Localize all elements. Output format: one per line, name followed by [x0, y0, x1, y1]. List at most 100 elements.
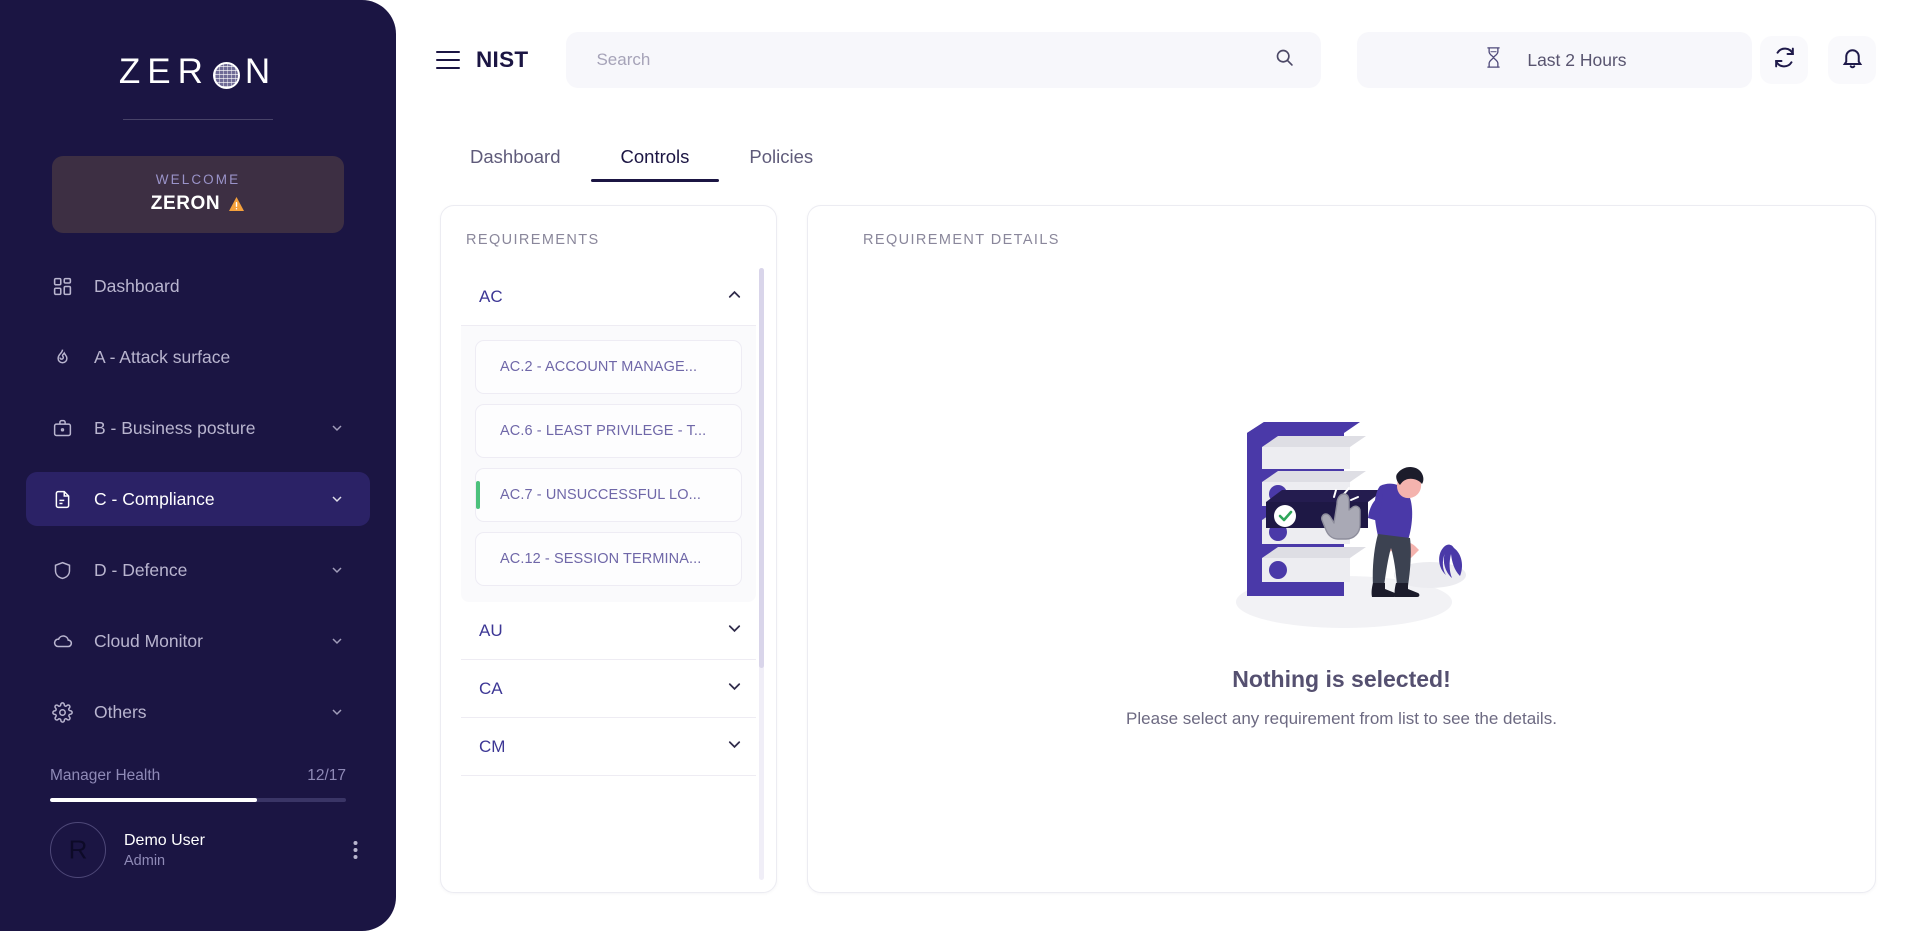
- gear-icon: [51, 701, 74, 724]
- requirements-caption: REQUIREMENTS: [466, 232, 600, 248]
- manager-health-value: 12/17: [307, 767, 346, 784]
- tab-dashboard[interactable]: Dashboard: [440, 146, 591, 182]
- tab-bar: Dashboard Controls Policies: [396, 120, 1920, 182]
- list-item[interactable]: AC.7 - UNSUCCESSFUL LO...: [475, 468, 742, 522]
- list-item[interactable]: AC.6 - LEAST PRIVILEGE - T...: [475, 404, 742, 458]
- requirement-details-panel: REQUIREMENT DETAILS Nothing is selected!…: [807, 205, 1876, 893]
- sidebar-item-others[interactable]: Others: [26, 685, 370, 739]
- tab-policies[interactable]: Policies: [719, 146, 843, 182]
- requirement-group-header[interactable]: CM: [461, 718, 756, 776]
- status-indicator: [476, 481, 480, 509]
- manager-health: Manager Health 12/17: [0, 767, 396, 802]
- avatar: R: [50, 822, 106, 878]
- sidebar-item-label: D - Defence: [94, 559, 188, 580]
- requirement-label: AC.7 - UNSUCCESSFUL LO...: [500, 487, 701, 503]
- page-title: NIST: [476, 47, 529, 72]
- search-input[interactable]: [596, 50, 1275, 70]
- chevron-down-icon: [329, 562, 345, 578]
- list-item[interactable]: AC.12 - SESSION TERMINA...: [475, 532, 742, 586]
- flame-icon: [51, 346, 74, 369]
- chevron-down-icon: [329, 704, 345, 720]
- scrollbar-thumb[interactable]: [759, 268, 764, 668]
- logo-text-left: ZER: [118, 52, 210, 91]
- requirement-group-body: AC.2 - ACCOUNT MANAGE... AC.6 - LEAST PR…: [461, 326, 756, 602]
- chevron-down-icon: [329, 633, 345, 649]
- user-name: Demo User: [124, 831, 205, 849]
- requirement-group-code: AU: [479, 620, 503, 640]
- sidebar-item-label: Dashboard: [94, 275, 180, 296]
- logo-text-right: N: [244, 52, 278, 91]
- sidebar-item-cloud-monitor[interactable]: Cloud Monitor: [26, 614, 370, 668]
- time-range-selector[interactable]: Last 2 Hours: [1357, 32, 1753, 88]
- sidebar-item-label: Others: [94, 701, 147, 722]
- empty-state-subtitle: Please select any requirement from list …: [1126, 708, 1557, 728]
- empty-state-title: Nothing is selected!: [1232, 665, 1451, 692]
- requirement-group-ac: AC AC.2 - ACCOUNT MANAGE... AC.6 - LEAST…: [461, 268, 756, 602]
- sidebar-item-attack-surface[interactable]: A - Attack surface: [26, 330, 370, 384]
- user-role: Admin: [124, 852, 166, 869]
- sidebar-item-defence[interactable]: D - Defence: [26, 543, 370, 597]
- requirement-group-cm: CM: [461, 718, 756, 776]
- briefcase-icon: [51, 417, 74, 440]
- svg-text:R: R: [69, 835, 88, 865]
- chevron-down-icon: [329, 420, 345, 436]
- main-area: NIST Last 2 Hours: [396, 0, 1920, 931]
- sidebar-item-label: B - Business posture: [94, 417, 256, 438]
- sidebar-nav: Dashboard A - Attack surface B - Busines…: [0, 259, 396, 739]
- manager-health-progress: [50, 798, 346, 802]
- requirement-group-code: CM: [479, 736, 506, 756]
- refresh-icon: [1772, 45, 1797, 75]
- search-bar[interactable]: [566, 32, 1322, 88]
- cloud-icon: [51, 630, 74, 653]
- chevron-down-icon: [725, 735, 744, 759]
- welcome-org: ZERON: [52, 193, 344, 215]
- sidebar-item-label: A - Attack surface: [94, 346, 231, 367]
- sidebar-item-dashboard[interactable]: Dashboard: [26, 259, 370, 313]
- hamburger-icon[interactable]: [436, 51, 460, 69]
- notifications-button[interactable]: [1828, 36, 1876, 84]
- requirement-group-header[interactable]: AU: [461, 602, 756, 660]
- grid-icon: [51, 275, 74, 298]
- list-item[interactable]: AC.2 - ACCOUNT MANAGE...: [475, 340, 742, 394]
- user-profile[interactable]: R Demo User Admin: [0, 822, 396, 878]
- topbar-actions: [1760, 36, 1876, 84]
- requirement-label: AC.6 - LEAST PRIVILEGE - T...: [500, 423, 707, 439]
- person-selecting-list-illustration: [1192, 370, 1492, 640]
- search-icon[interactable]: [1274, 47, 1295, 73]
- shield-icon: [51, 559, 74, 582]
- requirement-group-code: AC: [479, 286, 503, 306]
- refresh-button[interactable]: [1760, 36, 1808, 84]
- requirement-group-au: AU: [461, 602, 756, 660]
- manager-health-label: Manager Health: [50, 767, 161, 784]
- content-area: REQUIREMENTS AC AC.2 - ACCOUNT MANAGE...…: [396, 182, 1920, 931]
- requirements-scroll: AC AC.2 - ACCOUNT MANAGE... AC.6 - LEAST…: [441, 268, 776, 892]
- chevron-up-icon: [725, 285, 744, 309]
- welcome-card: WELCOME ZERON: [52, 156, 344, 233]
- requirement-group-header[interactable]: CA: [461, 660, 756, 718]
- globe-icon: [212, 61, 240, 89]
- requirement-group-header[interactable]: AC: [461, 268, 756, 326]
- requirements-panel: REQUIREMENTS AC AC.2 - ACCOUNT MANAGE...…: [440, 205, 777, 893]
- topbar: NIST Last 2 Hours: [396, 0, 1920, 120]
- brand-divider: [123, 119, 273, 120]
- sidebar: ZER N WELCOME ZERON Dashboard A - Attack…: [0, 0, 396, 931]
- document-icon: [51, 488, 74, 511]
- empty-state: Nothing is selected! Please select any r…: [838, 242, 1845, 856]
- requirement-group-code: CA: [479, 678, 503, 698]
- requirement-label: AC.2 - ACCOUNT MANAGE...: [500, 359, 698, 375]
- chevron-down-icon: [329, 491, 345, 507]
- zeron-logo: ZER N: [119, 52, 277, 92]
- time-range-label: Last 2 Hours: [1527, 49, 1627, 70]
- sidebar-item-label: C - Compliance: [94, 488, 215, 509]
- app-root: ZER N WELCOME ZERON Dashboard A - Attack…: [0, 0, 1920, 931]
- welcome-org-name: ZERON: [150, 193, 221, 214]
- requirement-label: AC.12 - SESSION TERMINA...: [500, 551, 702, 567]
- sidebar-item-compliance[interactable]: C - Compliance: [26, 472, 370, 526]
- warning-triangle-icon: [228, 196, 245, 212]
- hourglass-icon: [1483, 46, 1504, 74]
- tab-controls[interactable]: Controls: [590, 146, 720, 182]
- kebab-menu-icon[interactable]: [353, 840, 358, 860]
- welcome-label: WELCOME: [155, 172, 241, 187]
- sidebar-item-business-posture[interactable]: B - Business posture: [26, 401, 370, 455]
- sidebar-item-label: Cloud Monitor: [94, 630, 203, 651]
